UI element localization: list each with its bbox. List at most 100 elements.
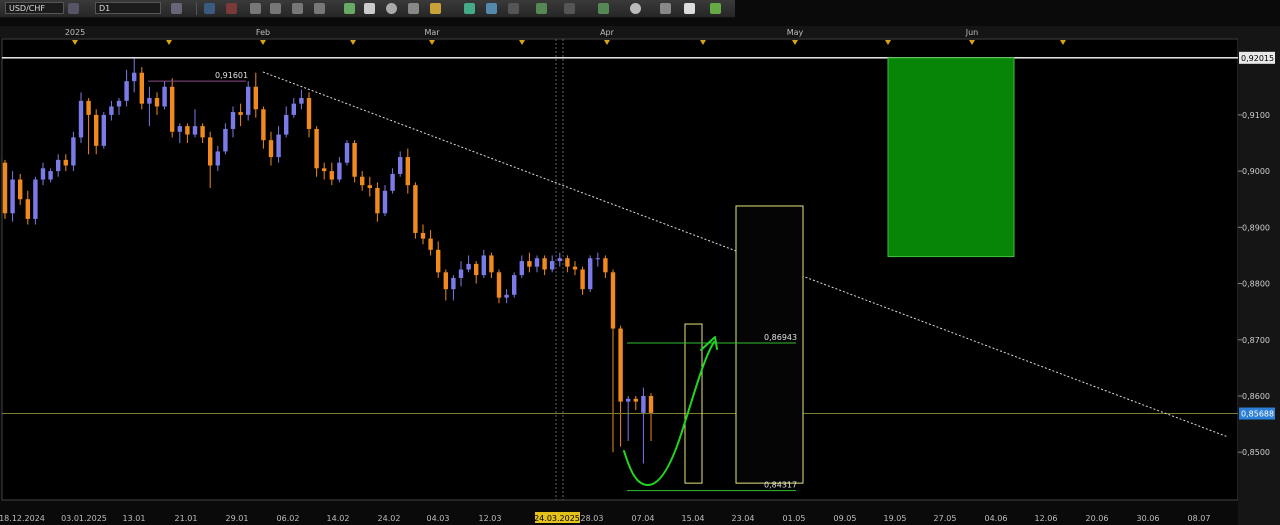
candle-body [299,98,304,104]
candle-body [322,168,327,172]
text-tool-icon[interactable] [344,3,355,14]
line-tool-icon[interactable] [508,3,519,14]
trade-icon[interactable] [464,3,475,14]
candle-body [192,126,198,135]
y-tick-label: 0,8900 [1242,223,1270,232]
palette-icon[interactable] [386,3,397,14]
candle-body [132,72,137,82]
crosshair-icon[interactable] [314,3,325,14]
period-label: Apr [600,28,615,37]
compare-icon[interactable] [68,3,79,14]
x-tick-label: 23.04 [732,514,755,523]
candle-body [367,185,372,188]
candle-body [337,162,342,180]
candle-body [284,114,289,135]
current-price-label: 0,85688 [1241,410,1274,419]
candle-body [139,72,144,104]
period-label: Mar [424,28,440,37]
x-tick-label: 24.03.2025 [534,514,580,523]
candle-body [466,263,471,270]
x-tick-label: 13.01 [123,514,146,523]
y-tick-label: 0,9100 [1242,111,1270,120]
candle-body [382,190,388,214]
symbol-select[interactable]: USD/CHF [5,2,64,14]
candle-body [641,395,646,413]
x-tick-label: 29.01 [226,514,249,523]
candle-body [512,275,517,295]
indicator-icon[interactable] [226,3,237,14]
candle-body [109,106,114,115]
candle-body [25,199,30,219]
x-tick-label: 12.06 [1035,514,1058,523]
grid-icon[interactable] [486,3,497,14]
candle-body [436,249,441,273]
candle-body [588,258,593,290]
period-label: May [787,28,804,37]
candle-body [63,159,68,166]
eraser-icon[interactable] [684,3,695,14]
x-tick-label: 04.06 [985,514,1008,523]
autoscroll-icon[interactable] [292,3,303,14]
zoom-out-icon[interactable] [270,3,281,14]
candle-body [550,261,555,270]
candle-body [230,112,236,129]
x-tick-label: 04.03 [427,514,450,523]
timeframe-select[interactable]: D1 [95,2,161,14]
candle-body [352,143,357,177]
x-tick-label: 21.01 [175,514,198,523]
candle-body [557,258,562,262]
candle-body [398,157,403,174]
x-tick-label: 06.02 [277,514,300,523]
y-tick-label: 0,8700 [1242,336,1270,345]
object-icon[interactable] [408,3,419,14]
y-tick-label: 0,9000 [1242,167,1270,176]
candle-body [253,86,258,110]
candle-body [291,103,296,115]
candle-body [390,173,395,191]
candle-body [306,98,312,129]
candle-body [124,81,129,101]
symbol-value: USD/CHF [9,4,45,13]
shape-icon[interactable] [630,3,641,14]
candle-body [185,126,190,135]
candle-body [519,261,524,276]
candle-body [78,100,84,138]
low-price-label: 0,84317 [764,481,797,490]
candle-body [595,258,600,260]
candle-body [633,398,638,402]
chart-toolbar: USD/CHF D1 [0,0,735,18]
zoom-in-icon[interactable] [250,3,261,14]
candle-body [154,98,160,107]
high-price-label: 0,91601 [215,71,248,80]
chart-type-icon[interactable] [171,3,182,14]
candle-body [489,255,494,273]
x-tick-label: 08.07 [1188,514,1211,523]
more-icon[interactable] [660,3,671,14]
candle-body [565,258,570,267]
pencil-icon[interactable] [430,3,441,14]
x-tick-label: 19.05 [884,514,907,523]
x-tick-label: 30.06 [1137,514,1160,523]
candle-body [177,126,182,132]
candle-body [572,266,578,270]
channel-icon[interactable] [564,3,575,14]
timeframe-value: D1 [99,4,111,13]
settings-icon[interactable] [710,3,721,14]
candle-body [71,137,76,166]
period-label: Feb [256,28,270,37]
candle-body [329,171,334,180]
template-icon[interactable] [364,3,375,14]
x-tick-label: 27.05 [934,514,957,523]
plot-area [1,38,1239,501]
price-chart[interactable]: 2025 Feb Mar Apr May Jun 0,9100 0,9000 0,8900 0,8… [0,0,1280,525]
candles-icon[interactable] [204,3,215,14]
candle-body [580,269,585,290]
candle-body [276,134,281,158]
pitchfork-icon[interactable] [598,3,609,14]
x-tick-label: 18.12.2024 [0,514,45,523]
y-tick-label: 0,8600 [1242,392,1270,401]
x-tick-label: 09.05 [834,514,857,523]
candle-body [40,168,46,180]
fibo-icon[interactable] [536,3,547,14]
candle-body [48,171,53,180]
